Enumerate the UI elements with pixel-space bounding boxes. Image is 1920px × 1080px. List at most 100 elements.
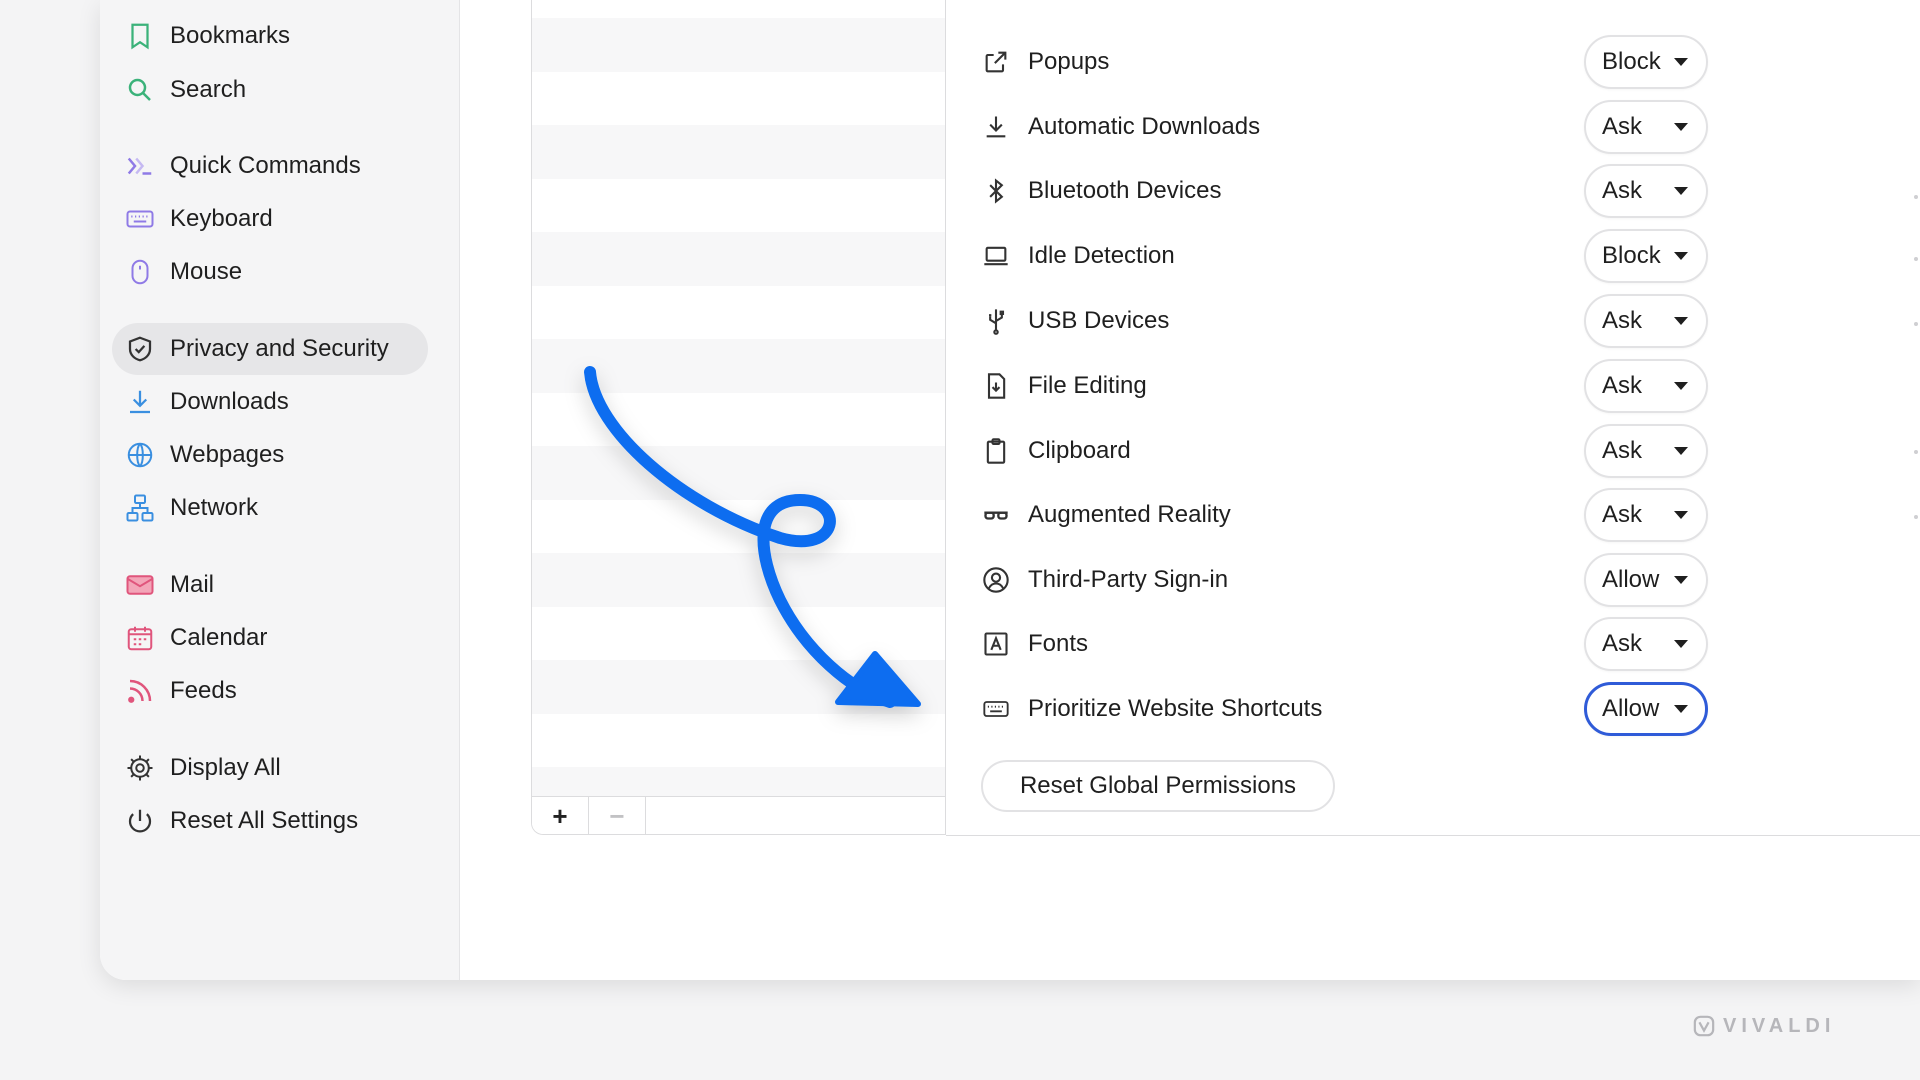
sidebar-item-webpages[interactable]: Webpages xyxy=(112,429,428,481)
select-value: Allow xyxy=(1602,566,1660,593)
select-value: Ask xyxy=(1602,501,1643,528)
divider xyxy=(946,835,1920,836)
sidebar-item-label: Search xyxy=(170,76,247,103)
sidebar-item-feeds[interactable]: Feeds xyxy=(112,665,428,717)
user-circle-icon xyxy=(980,564,1012,596)
automatic-downloads-select[interactable]: Ask xyxy=(1584,100,1708,154)
sidebar-item-downloads[interactable]: Downloads xyxy=(112,376,428,428)
edge-marker xyxy=(1914,195,1918,199)
sidebar-item-quick-commands[interactable]: Quick Commands xyxy=(112,140,428,192)
permission-label: Clipboard xyxy=(1028,437,1131,464)
prioritize-website-shortcuts-select[interactable]: Allow xyxy=(1584,682,1708,736)
permission-label: Third-Party Sign-in xyxy=(1028,566,1229,593)
file-edit-icon xyxy=(980,370,1012,402)
reset-global-permissions-button[interactable]: Reset Global Permissions xyxy=(981,760,1335,812)
font-icon xyxy=(980,628,1012,660)
edge-marker xyxy=(1914,322,1918,326)
select-value: Ask xyxy=(1602,113,1643,140)
external-link-icon xyxy=(980,46,1012,78)
sidebar-item-bookmarks[interactable]: Bookmarks xyxy=(112,10,428,62)
select-value: Ask xyxy=(1602,372,1643,399)
sidebar-item-mail[interactable]: Mail xyxy=(112,559,428,611)
third-party-sign-in-select[interactable]: Allow xyxy=(1584,553,1708,607)
quick-commands-icon xyxy=(124,150,156,182)
sidebar-item-label: Webpages xyxy=(170,441,285,468)
laptop-icon xyxy=(980,240,1012,272)
usb-devices-select[interactable]: Ask xyxy=(1584,294,1708,348)
edge-marker xyxy=(1914,257,1918,261)
sidebar-item-mouse[interactable]: Mouse xyxy=(112,246,428,298)
remove-site-button[interactable]: − xyxy=(589,797,646,834)
sidebar-item-label: Reset All Settings xyxy=(170,807,359,834)
usb-icon xyxy=(980,305,1012,337)
sidebar-item-label: Calendar xyxy=(170,624,268,651)
list-row xyxy=(532,232,945,286)
list-row xyxy=(532,178,945,232)
network-icon xyxy=(124,492,156,524)
chevron-down-icon xyxy=(1674,58,1688,66)
site-exceptions-list[interactable]: + − xyxy=(531,0,946,835)
sidebar-item-network[interactable]: Network xyxy=(112,482,428,534)
sidebar-item-search[interactable]: Search xyxy=(112,64,428,116)
sidebar-item-label: Quick Commands xyxy=(170,152,361,179)
bluetooth-icon xyxy=(980,175,1012,207)
add-site-button[interactable]: + xyxy=(532,797,589,834)
permission-label: Popups xyxy=(1028,48,1110,75)
chevron-down-icon xyxy=(1674,252,1688,260)
permission-label: Bluetooth Devices xyxy=(1028,177,1222,204)
edge-marker xyxy=(1914,450,1918,454)
select-value: Ask xyxy=(1602,177,1643,204)
idle-detection-select[interactable]: Block xyxy=(1584,229,1708,283)
sidebar-item-label: Mouse xyxy=(170,258,243,285)
keyboard-icon xyxy=(124,203,156,235)
sidebar-item-display-all[interactable]: Display All xyxy=(112,742,428,794)
clipboard-icon xyxy=(980,435,1012,467)
ar-glasses-icon xyxy=(980,499,1012,531)
search-icon xyxy=(124,74,156,106)
select-value: Ask xyxy=(1602,437,1643,464)
permission-label: File Editing xyxy=(1028,372,1147,399)
bluetooth-devices-select[interactable]: Ask xyxy=(1584,164,1708,218)
shield-icon xyxy=(124,333,156,365)
sidebar-item-label: Feeds xyxy=(170,677,237,704)
chevron-down-icon xyxy=(1674,187,1688,195)
rss-icon xyxy=(124,675,156,707)
calendar-icon xyxy=(124,622,156,654)
sidebar-item-privacy-and-security[interactable]: Privacy and Security xyxy=(112,323,428,375)
bookmark-icon xyxy=(124,20,156,52)
clipboard-select[interactable]: Ask xyxy=(1584,424,1708,478)
augmented-reality-select[interactable]: Ask xyxy=(1584,488,1708,542)
vivaldi-icon xyxy=(1693,1015,1715,1037)
sidebar-item-label: Display All xyxy=(170,754,281,781)
list-row xyxy=(532,18,945,72)
sidebar-item-keyboard[interactable]: Keyboard xyxy=(112,193,428,245)
chevron-down-icon xyxy=(1674,447,1688,455)
select-value: Ask xyxy=(1602,630,1643,657)
popups-select[interactable]: Block xyxy=(1584,35,1708,89)
edge-marker xyxy=(1914,515,1918,519)
list-row xyxy=(532,499,945,553)
list-row xyxy=(532,553,945,607)
mail-icon xyxy=(124,569,156,601)
list-row xyxy=(532,339,945,393)
sidebar-item-label: Downloads xyxy=(170,388,289,415)
sidebar-item-label: Privacy and Security xyxy=(170,335,389,362)
fonts-select[interactable]: Ask xyxy=(1584,617,1708,671)
power-icon xyxy=(124,805,156,837)
chevron-down-icon xyxy=(1674,705,1688,713)
sidebar-item-label: Keyboard xyxy=(170,205,273,232)
list-toolbar: + − xyxy=(532,796,945,834)
file-editing-select[interactable]: Ask xyxy=(1584,359,1708,413)
list-row xyxy=(532,660,945,714)
globe-icon xyxy=(124,439,156,471)
list-row xyxy=(532,285,945,339)
select-value: Block xyxy=(1602,48,1661,75)
list-row xyxy=(532,713,945,767)
sidebar-item-reset-all-settings[interactable]: Reset All Settings xyxy=(112,795,428,847)
permission-label: Prioritize Website Shortcuts xyxy=(1028,695,1323,722)
keyboard-icon xyxy=(980,693,1012,725)
brand-name: VIVALDI xyxy=(1723,1014,1836,1037)
permission-label: Idle Detection xyxy=(1028,242,1175,269)
sidebar-item-calendar[interactable]: Calendar xyxy=(112,612,428,664)
select-value: Allow xyxy=(1602,695,1660,722)
